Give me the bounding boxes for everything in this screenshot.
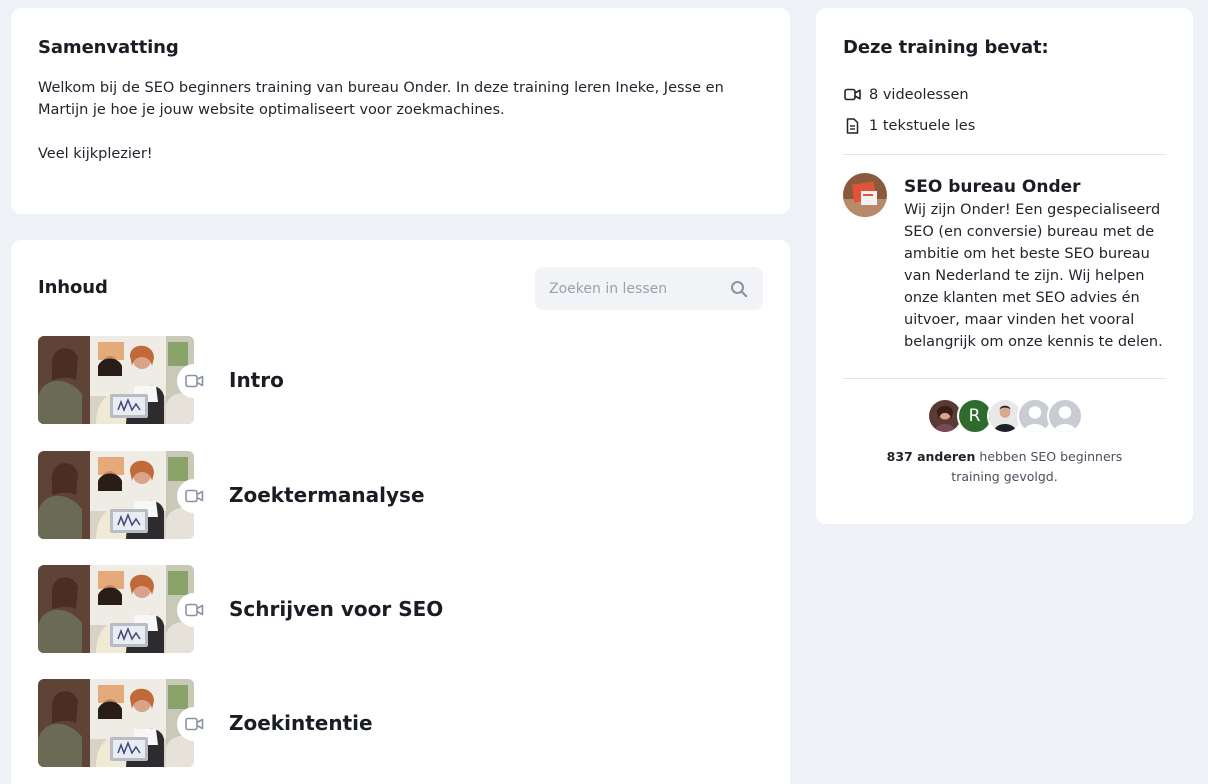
- summary-paragraph: Welkom bij de SEO beginners training van…: [38, 80, 724, 118]
- lesson-thumbnail[interactable]: [38, 565, 194, 653]
- document-icon: [843, 117, 861, 135]
- summary-title: Samenvatting: [38, 37, 179, 58]
- divider: [843, 154, 1166, 155]
- lesson-thumbnail[interactable]: [38, 451, 194, 539]
- video-icon: [177, 707, 211, 741]
- followers-text: 837 anderen hebben SEO beginners trainin…: [843, 447, 1166, 487]
- lesson-search[interactable]: [535, 267, 763, 310]
- lesson-item[interactable]: Zoektermanalyse: [38, 451, 758, 539]
- content-title: Inhoud: [38, 277, 108, 298]
- search-input[interactable]: [549, 280, 729, 297]
- training-info-card: Deze training bevat: 8 videolessen 1 tek…: [816, 8, 1193, 524]
- list-item-videos: 8 videolessen: [843, 79, 1166, 110]
- summary-card: Samenvatting Welkom bij de SEO beginners…: [11, 8, 790, 214]
- author-avatar[interactable]: [843, 173, 887, 217]
- lesson-thumbnail[interactable]: [38, 336, 194, 424]
- author-block: SEO bureau Onder Wij zijn Onder! Een ges…: [843, 173, 1166, 353]
- training-contents-list: 8 videolessen 1 tekstuele les: [843, 79, 1166, 141]
- lesson-title[interactable]: Schrijven voor SEO: [229, 597, 443, 621]
- lesson-thumbnail[interactable]: [38, 679, 194, 767]
- text-lesson-count-label: 1 tekstuele les: [869, 117, 976, 134]
- followers-block: R 837 anderen hebben SEO beginners train…: [843, 398, 1166, 487]
- training-info-title: Deze training bevat:: [843, 37, 1049, 58]
- list-item-text: 1 tekstuele les: [843, 110, 1166, 141]
- summary-paragraph: Veel kijkplezier!: [38, 146, 153, 162]
- followers-suffix: hebben SEO beginners training gevolgd.: [951, 449, 1123, 484]
- lesson-item[interactable]: Zoekintentie: [38, 679, 758, 767]
- author-name[interactable]: SEO bureau Onder: [904, 177, 1164, 197]
- lesson-title[interactable]: Zoekintentie: [229, 711, 373, 735]
- lesson-item[interactable]: Schrijven voor SEO: [38, 565, 758, 653]
- video-icon: [177, 364, 211, 398]
- lesson-item[interactable]: Intro: [38, 336, 758, 424]
- lesson-title[interactable]: Zoektermanalyse: [229, 483, 425, 507]
- lesson-title[interactable]: Intro: [229, 368, 284, 392]
- author-description: Wij zijn Onder! Een gespecialiseerd SEO …: [904, 202, 1163, 350]
- video-icon: [843, 86, 861, 104]
- avatar: [1046, 398, 1083, 434]
- video-count-label: 8 videolessen: [869, 86, 969, 103]
- avatar-initial: R: [968, 406, 981, 426]
- video-icon: [177, 479, 211, 513]
- content-header: Inhoud: [38, 240, 763, 336]
- followers-count: 837 anderen: [886, 449, 976, 464]
- follower-avatars: R: [843, 398, 1166, 434]
- divider: [843, 378, 1166, 379]
- summary-text: Welkom bij de SEO beginners training van…: [38, 77, 763, 165]
- search-icon[interactable]: [729, 279, 749, 299]
- video-icon: [177, 593, 211, 627]
